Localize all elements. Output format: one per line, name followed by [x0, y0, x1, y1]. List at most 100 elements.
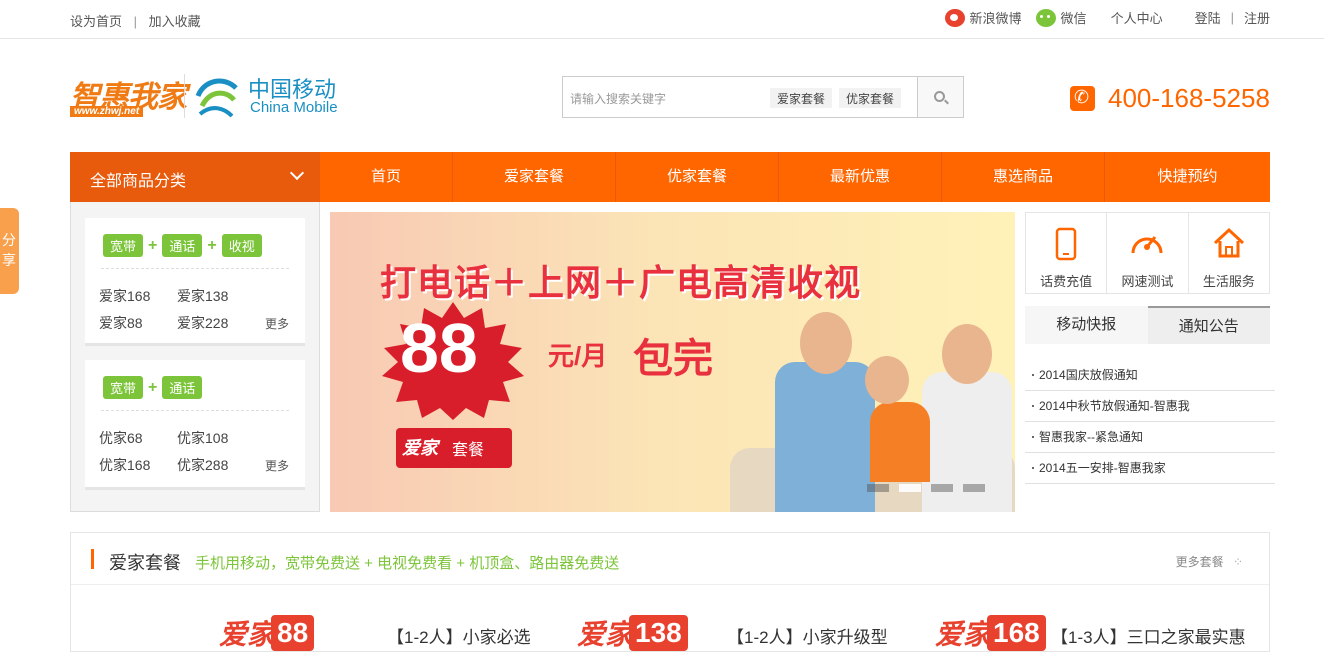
- main-nav: 全部商品分类 首页 爱家套餐 优家套餐 最新优惠 惠选商品 快捷预约: [70, 152, 1270, 202]
- package-link[interactable]: 爱家88: [99, 313, 143, 333]
- more-packages-link[interactable]: 更多套餐 ⁘: [1176, 553, 1243, 570]
- service-topup[interactable]: 话费充值: [1026, 213, 1108, 293]
- site-logo[interactable]: 智惠我家 www.zhwj.net 中国移动 China Mobile: [70, 72, 340, 120]
- weibo-link[interactable]: 新浪微博: [944, 8, 1022, 27]
- product-name[interactable]: 【1-2人】小家升级型: [727, 623, 888, 648]
- stamp-package: 套餐: [452, 442, 485, 459]
- quick-services: 话费充值 网速测试 生活服务: [1025, 212, 1270, 294]
- all-categories-label: 全部商品分类: [90, 173, 187, 190]
- weixin-link[interactable]: 微信: [1035, 8, 1087, 27]
- search-button[interactable]: [917, 77, 963, 117]
- product-price-badge[interactable]: 88: [271, 615, 315, 651]
- speedometer-icon: [1131, 236, 1163, 254]
- news-tabs: 移动快报 通知公告: [1025, 306, 1270, 344]
- banner-all-inclusive: 包完: [633, 337, 713, 381]
- news-item[interactable]: 智惠我家--紧急通知: [1025, 422, 1275, 453]
- stamp-brand: 爱家: [402, 438, 438, 458]
- product-brand[interactable]: 爱家: [577, 613, 633, 653]
- chevron-down-icon: [289, 165, 305, 181]
- product-brand[interactable]: 爱家: [219, 613, 275, 653]
- product-brand[interactable]: 爱家: [935, 613, 991, 653]
- nav-item-selected-goods[interactable]: 惠选商品: [942, 152, 1105, 202]
- product-name[interactable]: 【1-3人】三口之家最实惠: [1051, 623, 1246, 648]
- search-hot-tag-aijia[interactable]: 爱家套餐: [770, 88, 833, 108]
- weibo-icon: [944, 8, 965, 27]
- add-favorite-link[interactable]: 加入收藏: [149, 11, 201, 30]
- nav-item-youjia[interactable]: 优家套餐: [616, 152, 779, 202]
- package-link[interactable]: 爱家138: [177, 286, 228, 306]
- search-box: 请输入搜索关键字 爱家套餐 优家套餐: [562, 76, 964, 118]
- news-item[interactable]: 2014国庆放假通知: [1025, 360, 1275, 391]
- all-categories-button[interactable]: 全部商品分类: [70, 152, 320, 202]
- banner-pager-dot[interactable]: [867, 484, 889, 492]
- feature-tag: 收视: [221, 234, 262, 257]
- section-accent-bar: [91, 549, 94, 569]
- register-link[interactable]: 注册: [1244, 8, 1270, 27]
- banner-price-unit: 元/月: [548, 341, 608, 371]
- china-mobile-icon: [195, 78, 238, 118]
- nav-item-aijia[interactable]: 爱家套餐: [453, 152, 616, 202]
- product-name[interactable]: 【1-2人】小家必选: [387, 623, 531, 648]
- search-input[interactable]: 请输入搜索关键字: [570, 90, 666, 107]
- service-label: 话费充值: [1040, 274, 1093, 289]
- feature-tag: 宽带: [103, 376, 144, 399]
- feature-tag: 宽带: [103, 234, 144, 257]
- package-link[interactable]: 优家168: [99, 455, 150, 475]
- top-bar: 设为首页 | 加入收藏 新浪微博 微信 个人中心 登陆 | 注册: [0, 0, 1324, 39]
- set-home-link[interactable]: 设为首页: [70, 11, 122, 30]
- aijia-package-card: 宽带 + 通话 + 收视 爱家168 爱家138 爱家88 爱家228 更多: [85, 218, 305, 346]
- tab-announcements[interactable]: 通知公告: [1147, 306, 1270, 344]
- banner-pager-dot[interactable]: [899, 484, 921, 492]
- hotline: 400-168-5258: [1070, 83, 1270, 114]
- product-price-badge[interactable]: 168: [987, 615, 1046, 651]
- nav-item-home[interactable]: 首页: [320, 152, 453, 202]
- service-life[interactable]: 生活服务: [1189, 213, 1269, 293]
- search-hot-tag-youjia[interactable]: 优家套餐: [839, 88, 902, 108]
- hotline-number: 400-168-5258: [1108, 83, 1270, 113]
- logo-divider: [184, 74, 185, 118]
- product-price-badge[interactable]: 138: [629, 615, 688, 651]
- package-link[interactable]: 优家68: [99, 428, 143, 448]
- more-link[interactable]: 更多: [265, 315, 289, 332]
- section-title: 爱家套餐: [109, 553, 181, 573]
- service-label: 网速测试: [1121, 274, 1174, 289]
- phone-icon: [1070, 86, 1095, 111]
- weixin-icon: [1035, 8, 1056, 27]
- nav-item-latest-offers[interactable]: 最新优惠: [779, 152, 942, 202]
- weibo-label: 新浪微博: [969, 11, 1022, 26]
- banner-person: [870, 402, 930, 482]
- package-link[interactable]: 优家288: [177, 455, 228, 475]
- package-link[interactable]: 爱家228: [177, 313, 228, 333]
- news-item[interactable]: 2014五一安排-智惠我家: [1025, 453, 1275, 484]
- banner-headline: 打电话＋上网＋广电高清收视: [380, 262, 862, 303]
- banner-pager: [857, 484, 985, 492]
- tab-mobile-news[interactable]: 移动快报: [1025, 306, 1148, 344]
- divider: |: [1230, 10, 1234, 25]
- home-icon: [1213, 227, 1244, 258]
- package-link[interactable]: 优家108: [177, 428, 228, 448]
- nav-item-quick-booking[interactable]: 快捷预约: [1105, 152, 1270, 202]
- feature-tag: 通话: [162, 376, 203, 399]
- news-item[interactable]: 2014中秋节放假通知-智惠我: [1025, 391, 1275, 422]
- news-list: 2014国庆放假通知 2014中秋节放假通知-智惠我 智惠我家--紧急通知 20…: [1025, 360, 1275, 484]
- dots-icon: ⁘: [1232, 555, 1243, 569]
- divider: |: [133, 14, 138, 29]
- promo-banner[interactable]: 打电话＋上网＋广电高清收视 88 元/月 包完 爱家 套餐: [330, 212, 1015, 512]
- service-speedtest[interactable]: 网速测试: [1107, 213, 1189, 293]
- banner-pager-dot[interactable]: [963, 484, 985, 492]
- youjia-package-card: 宽带 + 通话 优家68 优家108 优家168 优家288 更多: [85, 360, 305, 490]
- user-center-link[interactable]: 个人中心: [1111, 8, 1163, 27]
- login-link[interactable]: 登陆: [1195, 8, 1221, 27]
- service-label: 生活服务: [1202, 274, 1255, 289]
- weixin-label: 微信: [1060, 11, 1087, 26]
- banner-pager-dot[interactable]: [931, 484, 953, 492]
- package-link[interactable]: 爱家168: [99, 286, 150, 306]
- mobile-phone-icon: [1055, 227, 1077, 261]
- share-tab[interactable]: 分享: [0, 208, 19, 294]
- brand-url: www.zhwj.net: [70, 106, 144, 117]
- section-slogan: 手机用移动，宽带免费送 + 电视免费看 + 机顶盒、路由器免费送: [195, 555, 620, 572]
- banner-price: 88: [400, 309, 478, 387]
- more-link[interactable]: 更多: [265, 457, 289, 474]
- category-side-panel: 宽带 + 通话 + 收视 爱家168 爱家138 爱家88 爱家228 更多 宽…: [70, 202, 320, 512]
- aijia-package-section: 爱家套餐 手机用移动，宽带免费送 + 电视免费看 + 机顶盒、路由器免费送 更多…: [70, 532, 1270, 652]
